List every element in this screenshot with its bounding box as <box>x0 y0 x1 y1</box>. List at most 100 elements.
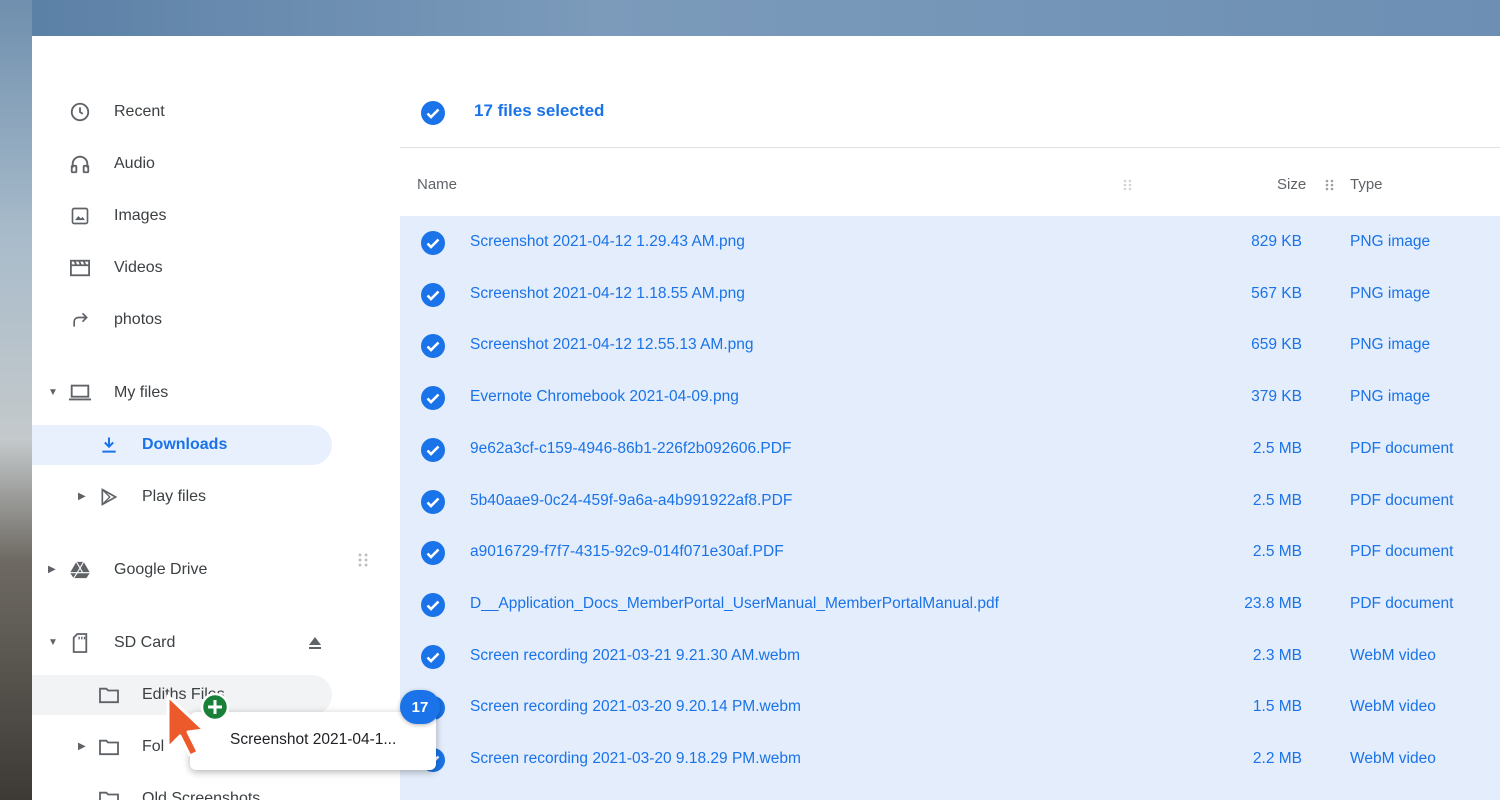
chevron-right-icon[interactable]: ▶ <box>78 491 86 502</box>
folder-icon <box>96 786 122 800</box>
row-check-icon[interactable] <box>420 644 446 675</box>
file-name: 5b40aae9-0c24-459f-9a6a-a4b991922af8.PDF <box>470 491 793 509</box>
laptop-icon <box>67 380 93 406</box>
table-row[interactable]: Screen recording 2021-03-20 9.20.14 PM.w… <box>400 681 1500 733</box>
file-name: 9e62a3cf-c159-4946-86b1-226f2b092606.PDF <box>470 439 792 457</box>
file-name: Screen recording 2021-03-20 9.20.14 PM.w… <box>470 698 801 716</box>
download-icon <box>96 432 122 458</box>
file-size: 659 KB <box>1251 336 1302 354</box>
file-size: 2.3 MB <box>1252 646 1302 664</box>
sidebar-item-audio[interactable]: Audio <box>32 144 332 184</box>
chevron-right-icon[interactable]: ▶ <box>48 564 56 575</box>
film-icon <box>67 255 93 281</box>
eject-icon[interactable] <box>302 630 328 656</box>
table-row[interactable]: Evernote Chromebook 2021-04-09.png 379 KB… <box>400 371 1500 423</box>
file-size: 379 KB <box>1251 388 1302 406</box>
google-drive-icon <box>67 557 93 583</box>
file-type: WebM video <box>1350 646 1436 664</box>
sidebar-item-images[interactable]: Images <box>32 196 332 236</box>
sidebar-item-recent[interactable]: Recent <box>32 92 332 132</box>
drag-preview-label: Screenshot 2021-04-1... <box>230 731 397 748</box>
resize-handle-icon[interactable] <box>357 552 369 568</box>
sidebar-item-label: Videos <box>114 259 163 276</box>
table-row[interactable]: Screen recording 2021-03-21 9.21.30 AM.w… <box>400 630 1500 682</box>
sidebar-item-sd-card[interactable]: ▼ SD Card <box>32 623 332 663</box>
file-size: 2.2 MB <box>1252 750 1302 767</box>
folder-icon <box>96 682 122 708</box>
file-size: 2.5 MB <box>1252 491 1302 509</box>
row-check-icon[interactable] <box>420 540 446 571</box>
sidebar-item-label: Fol <box>142 738 165 755</box>
sidebar-item-label: photos <box>114 311 163 328</box>
play-store-icon <box>96 484 122 510</box>
table-row[interactable]: a9016729-f7f7-4315-92c9-014f071e30af.PDF… <box>400 526 1500 578</box>
file-type: PNG image <box>1350 336 1431 354</box>
file-name: Screen recording 2021-03-20 9.18.29 PM.w… <box>470 750 801 767</box>
row-check-icon[interactable] <box>420 592 446 623</box>
select-all-check-icon[interactable] <box>420 100 446 131</box>
file-size: 23.8 MB <box>1244 594 1302 612</box>
column-header-type[interactable]: Type <box>1350 176 1383 193</box>
file-size: 2.5 MB <box>1252 543 1302 561</box>
file-list-panel: 17 files selected Name Size Type Screens… <box>400 36 1500 800</box>
selection-count-text: 17 files selected <box>474 101 605 120</box>
file-name: Evernote Chromebook 2021-04-09.png <box>470 388 739 406</box>
file-type: WebM video <box>1350 750 1436 767</box>
file-size: 567 KB <box>1251 284 1302 302</box>
column-resize-icon[interactable] <box>1324 178 1336 197</box>
row-check-icon[interactable] <box>420 282 446 313</box>
clock-icon <box>67 99 93 125</box>
sidebar-item-label: Audio <box>114 155 155 172</box>
row-check-icon[interactable] <box>420 333 446 364</box>
file-type: PDF document <box>1350 439 1454 457</box>
sidebar-item-label: Play files <box>142 488 207 505</box>
image-icon <box>67 203 93 229</box>
headphones-icon <box>67 151 93 177</box>
sidebar-item-videos[interactable]: Videos <box>32 248 332 288</box>
file-name: Screen recording 2021-03-21 9.21.30 AM.w… <box>470 646 801 664</box>
table-row[interactable]: 9e62a3cf-c159-4946-86b1-226f2b092606.PDF… <box>400 423 1500 475</box>
table-row[interactable]: D__Application_Docs_MemberPortal_UserMan… <box>400 578 1500 630</box>
column-header-name[interactable]: Name <box>417 176 457 193</box>
sidebar-item-label: SD Card <box>114 634 176 651</box>
chevron-down-icon[interactable]: ▼ <box>48 387 58 398</box>
row-check-icon[interactable] <box>420 489 446 520</box>
row-check-icon[interactable] <box>420 437 446 468</box>
table-row[interactable]: Screenshot 2021-04-12 12.55.13 AM.png 659… <box>400 319 1500 371</box>
folder-icon <box>96 734 122 760</box>
file-type: PNG image <box>1350 233 1431 250</box>
file-name: a9016729-f7f7-4315-92c9-014f071e30af.PDF <box>470 543 784 561</box>
column-resize-icon[interactable] <box>1122 178 1136 197</box>
files-app-window: Recent Audio Images Videos photos ▼ My f… <box>32 36 1500 800</box>
sidebar-item-photos[interactable]: photos <box>32 300 332 340</box>
sidebar-item-old-screenshots[interactable]: Old Screenshots <box>32 779 332 800</box>
sidebar-item-label: Downloads <box>142 436 228 453</box>
chevron-right-icon[interactable]: ▶ <box>78 741 86 752</box>
file-list: Screenshot 2021-04-12 1.29.43 AM.png 829 … <box>400 216 1500 800</box>
file-type: PDF document <box>1350 543 1454 561</box>
sidebar-item-google-drive[interactable]: ▶ Google Drive <box>32 550 332 590</box>
table-row[interactable]: Screenshot 2021-04-12 1.18.55 AM.png 567 … <box>400 268 1500 320</box>
file-name: D__Application_Docs_MemberPortal_UserMan… <box>470 594 999 612</box>
wallpaper-left <box>0 0 32 800</box>
column-header-size[interactable]: Size <box>1277 176 1306 193</box>
file-type: PDF document <box>1350 491 1454 509</box>
file-name: Screenshot 2021-04-12 12.55.13 AM.png <box>470 336 754 354</box>
sd-card-icon <box>67 630 93 656</box>
sidebar-item-play-files[interactable]: ▶ Play files <box>32 477 332 517</box>
sidebar-item-downloads[interactable]: Downloads <box>32 425 332 465</box>
sidebar-item-label: My files <box>114 384 169 401</box>
chevron-down-icon[interactable]: ▼ <box>48 637 58 648</box>
row-check-icon[interactable] <box>420 385 446 416</box>
table-row[interactable]: Screen recording 2021-03-20 9.18.29 PM.w… <box>400 733 1500 785</box>
file-size: 1.5 MB <box>1252 698 1302 716</box>
file-type: WebM video <box>1350 698 1436 716</box>
shortcut-arrow-icon <box>67 307 93 333</box>
sidebar-item-label: Images <box>114 207 167 224</box>
table-row[interactable]: 5b40aae9-0c24-459f-9a6a-a4b991922af8.PDF… <box>400 475 1500 527</box>
table-row[interactable]: Screenshot 2021-04-12 1.29.43 AM.png 829 … <box>400 216 1500 268</box>
sidebar-item-my-files[interactable]: ▼ My files <box>32 373 332 413</box>
selection-header: 17 files selected <box>400 36 1500 148</box>
row-check-icon[interactable] <box>420 230 446 261</box>
drag-count-badge: 17 <box>400 690 440 724</box>
